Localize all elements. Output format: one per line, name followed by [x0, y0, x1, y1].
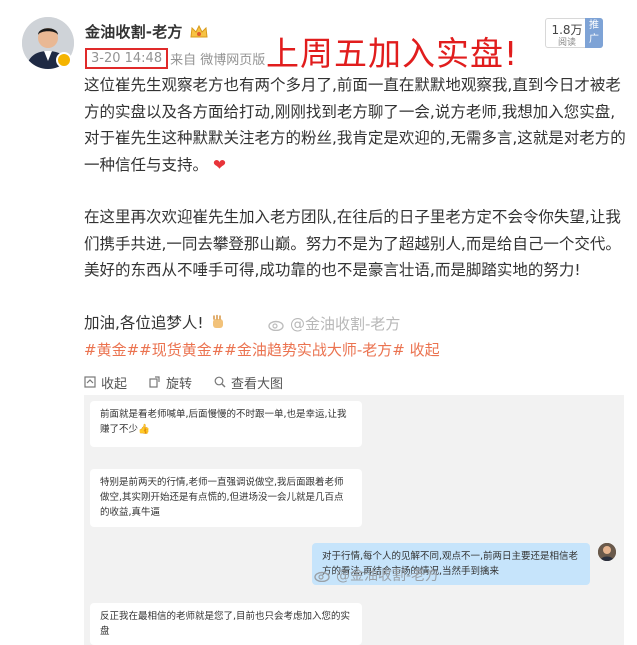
image-toolbar: 收起 旋转 查看大图 [84, 370, 624, 394]
magnifier-icon [214, 376, 226, 388]
view-large-button[interactable]: 查看大图 [214, 370, 283, 394]
weibo-logo-icon [314, 571, 330, 582]
collapse-label: 收起 [101, 376, 128, 392]
watermark-text: @金油收割-老方 [268, 313, 400, 334]
collapse-icon [84, 376, 96, 388]
chat-screenshot-image[interactable]: 前面就是看老师喊单,后面慢慢的不时跟一单,也是幸运,让我赚了不少👍 特别是前两天… [84, 395, 624, 645]
image-watermark-label: @金油收割-老方 [336, 568, 440, 584]
post-time[interactable]: 3-20 14:48 [85, 48, 169, 69]
rotate-button[interactable]: 旋转 [149, 370, 192, 394]
user-name[interactable]: 金油收割-老方 [85, 21, 183, 42]
post-paragraph-1-text: 这位崔先生观察老方也有两个多月了,前面一直在默默地观察我,直到今日才被老方的实盘… [84, 76, 626, 174]
user-name-row: 金油收割-老方 [85, 21, 209, 42]
chat-avatar [598, 543, 616, 561]
post-header: 金油收割-老方 3-20 14:48 来自 微博网页版 上周五加入实盘! 1.8… [0, 0, 637, 78]
collapse-button[interactable]: 收起 [84, 370, 127, 394]
crown-icon [190, 24, 208, 37]
watermark-label: @金油收割-老方 [290, 315, 401, 333]
rotate-label: 旋转 [166, 376, 193, 392]
post-paragraph-1: 这位崔先生观察老方也有两个多月了,前面一直在默默地观察我,直到今日才被老方的实盘… [84, 72, 629, 178]
post-paragraph-2: 在这里再次欢迎崔先生加入老方团队,在往后的日子里老方定不会令你失望,让我们携手共… [84, 208, 621, 279]
post-meta: 3-20 14:48 来自 微博网页版 [85, 48, 271, 69]
image-watermark: @金油收割-老方 [314, 565, 439, 585]
chat-message-1: 前面就是看老师喊单,后面慢慢的不时跟一单,也是幸运,让我赚了不少👍 [90, 401, 362, 447]
fist-emoji-icon [212, 314, 223, 328]
chat-message-2: 特别是前两天的行情,老师一直强调说做空,我后面跟着老师做空,其实刚开始还是有点慌… [90, 469, 362, 527]
hashtag-links[interactable]: #黄金##现货黄金##金油趋势实战大师-老方# 收起 [84, 339, 440, 360]
chat-message-4: 反正我在最相信的老师就是您了,目前也只会考虑加入您的实盘 [90, 603, 362, 645]
view-large-label: 查看大图 [231, 376, 284, 392]
post-source: 来自 微博网页版 [170, 53, 266, 68]
read-label: 阅读 [557, 38, 576, 48]
promote-tag[interactable]: 推广 [585, 18, 603, 48]
post-paragraph-3-text: 加油,各位追梦人! [84, 313, 204, 332]
verified-badge-icon [56, 52, 72, 68]
weibo-logo-icon [268, 320, 284, 331]
heart-icon: ❤ [212, 155, 226, 174]
chat-avatar-photo [598, 543, 616, 561]
rotate-icon [149, 376, 160, 388]
annotation-headline: 上周五加入实盘! [266, 34, 519, 73]
